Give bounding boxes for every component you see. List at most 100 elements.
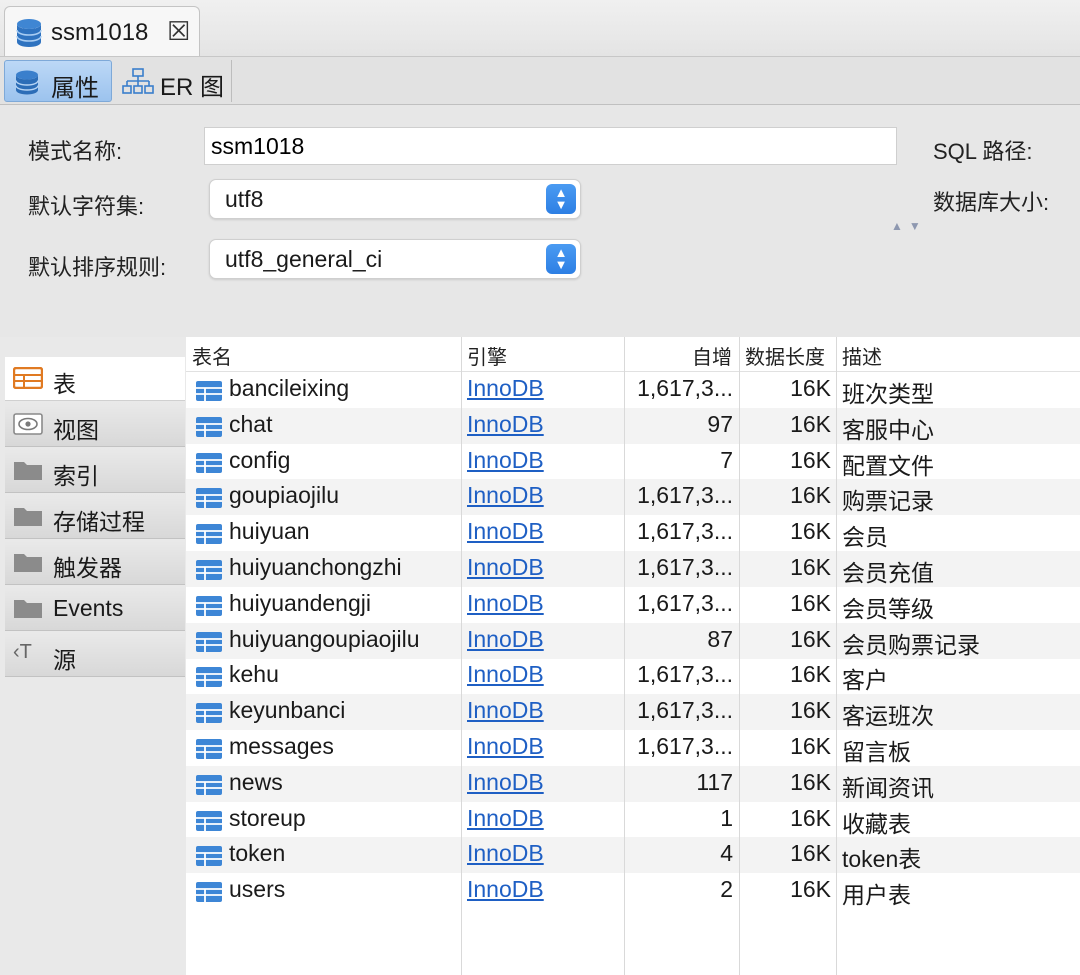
table-row[interactable]: goupiaojilu InnoDB 1,617,3... 16K 购票记录: [186, 479, 1080, 516]
folder-icon: [13, 459, 43, 486]
cell-engine-link[interactable]: InnoDB: [467, 482, 544, 509]
cell-auto-increment: 1,617,3...: [637, 554, 733, 580]
cell-comment: 会员购票记录: [842, 631, 980, 658]
cell-auto-increment: 1,617,3...: [637, 518, 733, 545]
cell-table-name: messages: [229, 733, 334, 759]
table-row[interactable]: storeup InnoDB 1 16K 收藏表: [186, 802, 1080, 838]
sql-path-label: SQL 路径:: [933, 139, 1033, 164]
table-row[interactable]: huiyuan InnoDB 1,617,3... 16K 会员: [186, 515, 1080, 551]
table-row[interactable]: keyunbanci InnoDB 1,617,3... 16K 客运班次: [186, 694, 1080, 731]
cell-data-length: 16K: [790, 697, 831, 724]
column-divider: [739, 337, 740, 975]
cell-data-length: 16K: [790, 589, 831, 616]
table-row[interactable]: kehu InnoDB 1,617,3... 16K 客户: [186, 658, 1080, 694]
nav-label: 存储过程: [53, 509, 145, 535]
eye-icon: [13, 413, 43, 440]
cell-data-length: 16K: [790, 518, 831, 545]
db-size-label: 数据库大小:: [933, 190, 1050, 215]
column-header-auto-increment[interactable]: 自增: [692, 341, 732, 370]
table-row[interactable]: news InnoDB 117 16K 新闻资讯: [186, 765, 1080, 802]
cell-engine-link[interactable]: InnoDB: [467, 697, 544, 724]
schema-name-field[interactable]: [204, 127, 897, 165]
cell-data-length: 16K: [790, 733, 831, 759]
nav-item-views[interactable]: 视图: [5, 403, 185, 447]
cell-engine-link[interactable]: InnoDB: [467, 518, 544, 545]
nav-item-events[interactable]: Events: [5, 587, 185, 631]
column-header-data-length[interactable]: 数据长度: [745, 341, 825, 370]
table-icon: [195, 631, 223, 658]
table-row[interactable]: messages InnoDB 1,617,3... 16K 留言板: [186, 730, 1080, 766]
chevron-updown-icon: ▲ ▼: [546, 184, 576, 214]
cell-engine-link[interactable]: InnoDB: [467, 661, 544, 688]
cell-comment: 会员充值: [842, 560, 934, 586]
cell-comment: 用户表: [842, 882, 911, 909]
cell-engine-link[interactable]: InnoDB: [467, 590, 544, 617]
cell-table-name: goupiaojilu: [229, 482, 339, 509]
cell-engine-link[interactable]: InnoDB: [467, 447, 544, 474]
cell-comment: 新闻资讯: [842, 774, 934, 801]
database-icon: [15, 18, 43, 53]
cell-engine-link[interactable]: InnoDB: [467, 375, 544, 402]
column-divider: [836, 337, 837, 975]
cell-auto-increment: 1: [720, 804, 733, 831]
cell-auto-increment: 2: [720, 876, 733, 903]
table-row[interactable]: bancileixing InnoDB 1,617,3... 16K 班次类型: [186, 372, 1080, 408]
table-row[interactable]: users InnoDB 2 16K 用户表: [186, 873, 1080, 909]
table-row[interactable]: huiyuandengji InnoDB 1,617,3... 16K 会员等级: [186, 587, 1080, 623]
cell-comment: 客服中心: [842, 416, 934, 443]
column-header-comment[interactable]: 描述: [842, 341, 882, 370]
table-icon: [195, 416, 223, 443]
nav-item-source[interactable]: ‹T 源: [5, 633, 185, 677]
cell-engine-link[interactable]: InnoDB: [467, 840, 544, 867]
table-row[interactable]: huiyuangoupiaojilu InnoDB 87 16K 会员购票记录: [186, 622, 1080, 659]
nav-item-tables[interactable]: 表: [5, 357, 185, 401]
tab-er-diagram[interactable]: ER 图: [114, 60, 232, 102]
cell-data-length: 16K: [790, 625, 831, 652]
cell-comment: 客运班次: [842, 703, 934, 730]
column-header-engine[interactable]: 引擎: [467, 341, 507, 370]
cell-engine-link[interactable]: InnoDB: [467, 769, 544, 796]
cell-comment: 留言板: [842, 739, 911, 765]
table-row[interactable]: huiyuanchongzhi InnoDB 1,617,3... 16K 会员充值: [186, 551, 1080, 587]
table-row[interactable]: chat InnoDB 97 16K 客服中心: [186, 407, 1080, 444]
cell-engine-link[interactable]: InnoDB: [467, 411, 544, 438]
nav-label: 表: [53, 371, 76, 397]
cell-table-name: huiyuan: [229, 518, 310, 545]
nav-item-procedures[interactable]: 存储过程: [5, 495, 185, 539]
cell-table-name: config: [229, 446, 291, 473]
tab-properties[interactable]: 属性: [4, 60, 112, 102]
column-header-name[interactable]: 表名: [192, 341, 232, 370]
cell-auto-increment: 7: [720, 446, 733, 473]
cell-table-name: huiyuandengji: [229, 589, 371, 616]
charset-label: 默认字符集:: [28, 194, 145, 219]
cell-table-name: huiyuangoupiaojilu: [229, 625, 420, 652]
cell-engine-link[interactable]: InnoDB: [467, 876, 544, 903]
chevron-updown-icon: ▲ ▼: [546, 244, 576, 274]
tab-ssm1018[interactable]: ssm1018 ☒: [4, 6, 200, 56]
nav-label: 源: [53, 647, 76, 673]
cell-data-length: 16K: [790, 804, 831, 831]
cell-engine-link[interactable]: InnoDB: [467, 554, 544, 581]
cell-comment: 班次类型: [842, 381, 934, 407]
table-row[interactable]: token InnoDB 4 16K token表: [186, 837, 1080, 874]
table-icon: [195, 774, 223, 801]
nav-item-indexes[interactable]: 索引: [5, 449, 185, 493]
close-icon[interactable]: ☒: [167, 16, 190, 47]
nav-item-triggers[interactable]: 触发器: [5, 541, 185, 585]
collation-select[interactable]: utf8_general_ci ▲ ▼: [209, 239, 581, 279]
cell-engine-link[interactable]: InnoDB: [467, 626, 544, 653]
collation-label: 默认排序规则:: [28, 255, 167, 280]
cell-engine-link[interactable]: InnoDB: [467, 805, 544, 832]
charset-select[interactable]: utf8 ▲ ▼: [209, 179, 581, 219]
sort-arrows-icon[interactable]: ▲▼: [891, 219, 927, 233]
cell-auto-increment: 97: [707, 410, 733, 437]
schema-name-label: 模式名称:: [28, 139, 123, 164]
table-icon: [195, 380, 223, 407]
nav-label: 视图: [53, 417, 99, 443]
table-row[interactable]: config InnoDB 7 16K 配置文件: [186, 444, 1080, 480]
cell-table-name: kehu: [229, 661, 279, 688]
er-diagram-icon: [122, 68, 154, 101]
cell-data-length: 16K: [790, 554, 831, 580]
cell-auto-increment: 1,617,3...: [637, 482, 733, 509]
cell-engine-link[interactable]: InnoDB: [467, 733, 544, 760]
